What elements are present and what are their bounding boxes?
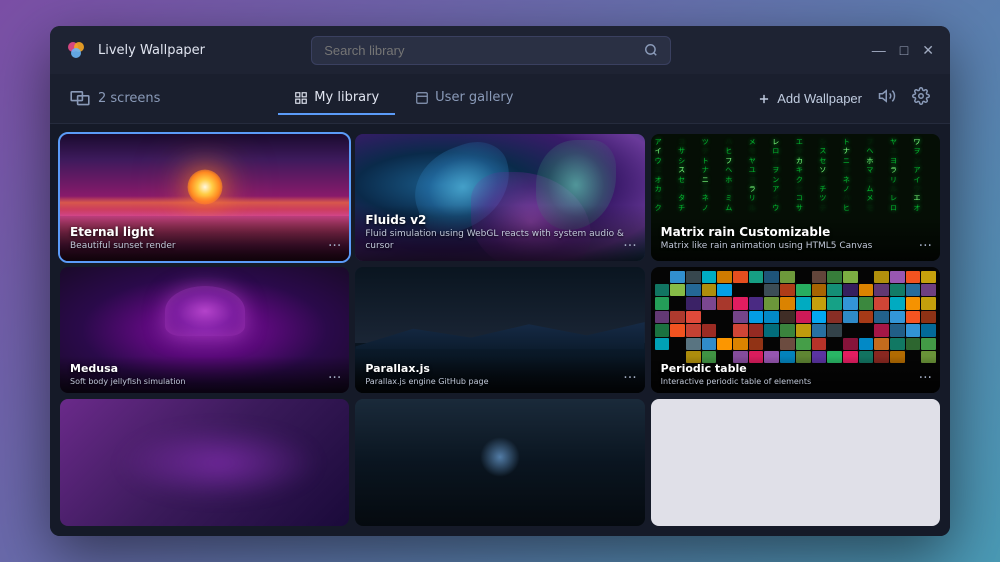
volume-icon <box>878 87 896 105</box>
window-controls: — □ ✕ <box>872 43 934 57</box>
card-more-button[interactable]: ··· <box>919 239 932 253</box>
close-button[interactable]: ✕ <box>922 43 934 57</box>
minimize-button[interactable]: — <box>872 43 886 57</box>
wallpaper-card-row3-3[interactable] <box>651 399 940 526</box>
periodic-table-visual <box>655 271 936 364</box>
card-overlay: Matrix rain Customizable Matrix like rai… <box>651 217 940 261</box>
tab-my-library-label: My library <box>314 90 379 105</box>
wallpaper-card-row3-2[interactable] <box>355 399 644 526</box>
card-more-button[interactable]: ··· <box>328 239 341 253</box>
card-more-button[interactable]: ··· <box>328 371 341 385</box>
card-desc: Matrix like rain animation using HTML5 C… <box>661 241 930 253</box>
search-input[interactable] <box>324 43 636 58</box>
jellyfish-visual <box>165 286 245 366</box>
card-title: Eternal light <box>70 225 339 239</box>
card-desc: Interactive periodic table of elements <box>661 377 930 387</box>
card-overlay: Fluids v2 Fluid simulation using WebGL r… <box>355 205 644 260</box>
card-title: Parallax.js <box>365 362 634 375</box>
screens-indicator: 2 screens <box>70 91 160 107</box>
card-overlay: Periodic table Interactive periodic tabl… <box>651 356 940 393</box>
wallpaper-card-parallax[interactable]: Parallax.js Parallax.js engine GitHub pa… <box>355 267 644 394</box>
toolbar-actions: Add Wallpaper <box>757 87 930 110</box>
gallery-icon <box>415 91 429 105</box>
screens-icon <box>70 91 90 107</box>
content-grid: Eternal light Beautiful sunset render ··… <box>50 124 950 536</box>
app-window: Lively Wallpaper — □ ✕ 2 screens <box>50 26 950 536</box>
nav-tabs: My library User gallery <box>278 82 529 115</box>
card-overlay: Parallax.js Parallax.js engine GitHub pa… <box>355 356 644 393</box>
wallpaper-card-fluids-v2[interactable]: Fluids v2 Fluid simulation using WebGL r… <box>355 134 644 261</box>
tab-user-gallery-label: User gallery <box>435 90 513 105</box>
card-overlay: Medusa Soft body jellyfish simulation <box>60 356 349 393</box>
add-wallpaper-label: Add Wallpaper <box>777 91 862 106</box>
card-more-button[interactable]: ··· <box>919 371 932 385</box>
title-bar: Lively Wallpaper — □ ✕ <box>50 26 950 74</box>
wallpaper-card-medusa[interactable]: Medusa Soft body jellyfish simulation ··… <box>60 267 349 394</box>
card-title: Periodic table <box>661 362 930 375</box>
tab-my-library[interactable]: My library <box>278 82 395 115</box>
settings-button[interactable] <box>912 87 930 110</box>
card-desc: Soft body jellyfish simulation <box>70 377 339 387</box>
app-title: Lively Wallpaper <box>98 43 205 58</box>
card-more-button[interactable]: ··· <box>623 371 636 385</box>
plus-icon <box>757 92 771 106</box>
tab-user-gallery[interactable]: User gallery <box>399 82 529 115</box>
card-title: Fluids v2 <box>365 213 634 227</box>
settings-icon <box>912 87 930 105</box>
wallpaper-card-periodic-table[interactable]: Periodic table Interactive periodic tabl… <box>651 267 940 394</box>
maximize-button[interactable]: □ <box>900 43 908 57</box>
volume-button[interactable] <box>878 87 896 110</box>
card-desc: Beautiful sunset render <box>70 241 339 253</box>
grid-icon <box>294 91 308 105</box>
card-title: Matrix rain Customizable <box>661 225 930 239</box>
wallpaper-card-matrix-rain[interactable]: アイウエオカキク コサシスセソタチ ツテトナニヌネノ ハヒフヘホマミム メモヤユ… <box>651 134 940 261</box>
card-desc: Fluid simulation using WebGL reacts with… <box>365 229 634 252</box>
add-wallpaper-button[interactable]: Add Wallpaper <box>757 91 862 106</box>
card-more-button[interactable]: ··· <box>623 239 636 253</box>
card-desc: Parallax.js engine GitHub page <box>365 377 634 387</box>
search-icon <box>644 43 658 57</box>
wallpaper-card-eternal-light[interactable]: Eternal light Beautiful sunset render ··… <box>60 134 349 261</box>
screens-label: 2 screens <box>98 91 160 106</box>
card-title: Medusa <box>70 362 339 375</box>
card-overlay: Eternal light Beautiful sunset render <box>60 217 349 261</box>
app-logo-icon <box>66 40 86 60</box>
toolbar: 2 screens My library User gallery <box>50 74 950 124</box>
search-bar[interactable] <box>311 36 671 65</box>
wallpaper-card-row3-1[interactable] <box>60 399 349 526</box>
